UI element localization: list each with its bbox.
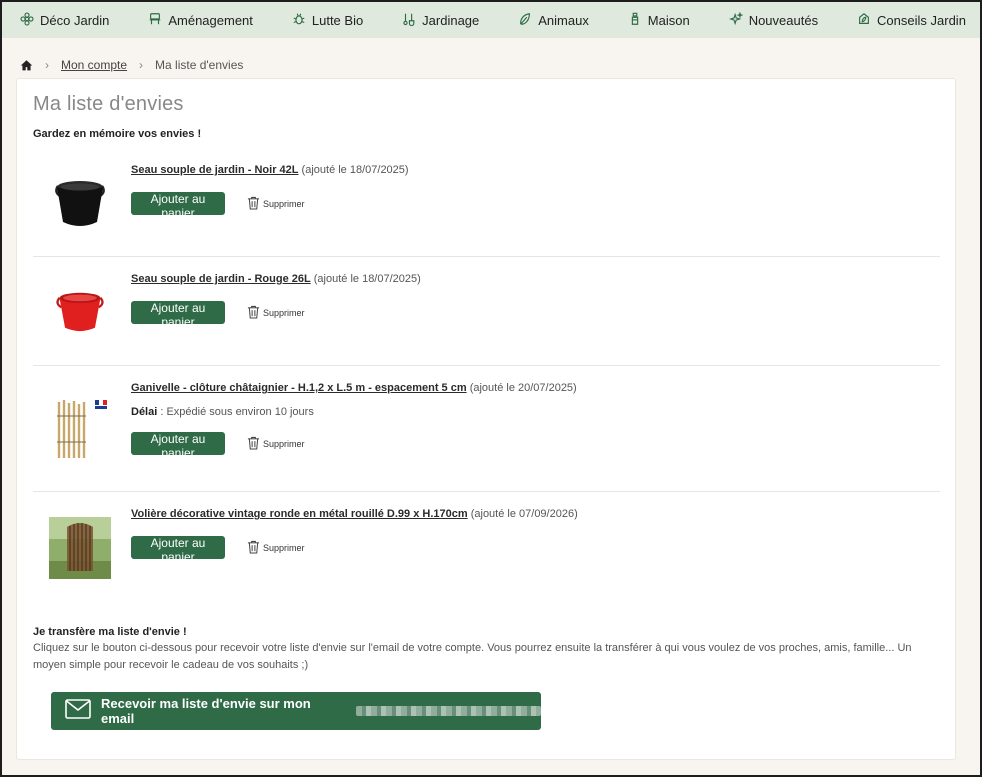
transfer-section: Je transfère ma liste d'envie ! Cliquez …: [33, 626, 939, 730]
delete-button[interactable]: Supprimer: [247, 436, 305, 452]
nav-animaux[interactable]: Animaux: [518, 12, 589, 29]
transfer-description: Cliquez sur le bouton ci-dessous pour re…: [33, 642, 912, 671]
red-bucket-image: [56, 292, 104, 332]
item-title-line: Seau souple de jardin - Noir 42L (ajouté…: [131, 164, 409, 176]
page-title: Ma liste d'envies: [33, 93, 184, 115]
sparkle-icon: [728, 11, 744, 29]
add-to-cart-button[interactable]: Ajouter au panier: [131, 432, 225, 460]
delete-button[interactable]: Supprimer: [247, 305, 305, 321]
product-thumbnail[interactable]: [45, 492, 115, 604]
trash-icon: [247, 305, 260, 321]
flower-icon: [20, 11, 34, 29]
bug-icon: [292, 12, 306, 29]
tools-icon: [402, 12, 416, 29]
add-to-cart-button[interactable]: Ajouter au panier: [131, 536, 225, 564]
chevron-right-icon: ›: [45, 58, 49, 72]
product-thumbnail[interactable]: [45, 366, 115, 491]
nav-label: Jardinage: [422, 12, 480, 28]
add-to-cart-button[interactable]: Ajouter au panier: [131, 192, 225, 220]
added-date: (ajouté le 18/07/2025): [301, 164, 409, 176]
delete-button[interactable]: Supprimer: [247, 196, 305, 212]
delay-label: Délai: [131, 406, 158, 418]
wishlist-item: Seau souple de jardin - Rouge 26L (ajout…: [33, 257, 940, 366]
breadcrumb: › Mon compte › Ma liste d'envies: [2, 52, 980, 78]
trash-icon: [247, 196, 260, 212]
nav-label: Animaux: [538, 12, 589, 28]
wishlist-item: Volière décorative vintage ronde en méta…: [33, 492, 940, 604]
added-date: (ajouté le 07/09/2026): [470, 508, 578, 520]
wishlist-item: Seau souple de jardin - Noir 42L (ajouté…: [33, 148, 940, 257]
product-link[interactable]: Volière décorative vintage ronde en méta…: [131, 508, 468, 520]
breadcrumb-current: Ma liste d'envies: [155, 58, 244, 72]
transfer-title: Je transfère ma liste d'envie !: [33, 626, 187, 638]
add-to-cart-button[interactable]: Ajouter au panier: [131, 301, 225, 329]
send-wishlist-email-button[interactable]: Recevoir ma liste d'envie sur mon email: [51, 692, 541, 730]
item-title-line: Volière décorative vintage ronde en méta…: [131, 508, 578, 520]
trash-icon: [247, 436, 260, 452]
product-link[interactable]: Seau souple de jardin - Noir 42L: [131, 164, 298, 176]
trash-icon: [247, 540, 260, 556]
black-bucket-image: [55, 181, 105, 226]
nav-label: Déco Jardin: [40, 12, 110, 28]
item-title-line: Ganivelle - clôture châtaignier - H.1,2 …: [131, 382, 577, 394]
product-thumbnail[interactable]: [45, 257, 115, 365]
nav-amenagement[interactable]: Aménagement: [148, 12, 253, 29]
wishlist-items: Seau souple de jardin - Noir 42L (ajouté…: [33, 148, 940, 604]
delete-label: Supprimer: [263, 542, 305, 553]
nav-nouveautes[interactable]: Nouveautés: [728, 11, 819, 29]
nav-jardinage[interactable]: Jardinage: [402, 12, 479, 29]
wishlist-item: Ganivelle - clôture châtaignier - H.1,2 …: [33, 366, 940, 492]
delete-label: Supprimer: [263, 307, 305, 318]
page-subtitle: Gardez en mémoire vos envies !: [33, 128, 202, 140]
home-icon[interactable]: [20, 59, 33, 72]
nav-label: Maison: [647, 12, 690, 28]
feather-icon: [518, 12, 532, 29]
delay-value: : Expédié sous environ 10 jours: [157, 406, 314, 418]
nav-label: Conseils Jardin: [877, 12, 966, 28]
envelope-icon: [65, 698, 91, 724]
nav-label: Nouveautés: [748, 12, 819, 28]
delivery-delay: Délai : Expédié sous environ 10 jours: [131, 406, 577, 418]
nav-maison[interactable]: Maison: [628, 12, 690, 29]
redacted-email: [356, 706, 541, 716]
nav-deco-jardin[interactable]: Déco Jardin: [20, 11, 110, 29]
main-navigation: Déco Jardin Aménagement Lutte Bio Jardin…: [2, 2, 980, 38]
product-link[interactable]: Seau souple de jardin - Rouge 26L: [131, 273, 311, 285]
send-wishlist-email-label: Recevoir ma liste d'envie sur mon email: [101, 696, 311, 726]
delete-label: Supprimer: [263, 198, 305, 209]
aviary-image: [49, 517, 111, 579]
bottle-icon: [628, 12, 642, 29]
product-thumbnail[interactable]: [45, 148, 115, 256]
wishlist-card: Ma liste d'envies Gardez en mémoire vos …: [16, 78, 956, 760]
added-date: (ajouté le 18/07/2025): [313, 273, 421, 285]
product-link[interactable]: Ganivelle - clôture châtaignier - H.1,2 …: [131, 382, 467, 394]
delete-button[interactable]: Supprimer: [247, 540, 305, 556]
added-date: (ajouté le 20/07/2025): [469, 382, 577, 394]
nav-lutte-bio[interactable]: Lutte Bio: [292, 12, 363, 29]
nav-label: Lutte Bio: [311, 12, 364, 28]
nav-conseils-jardin[interactable]: Conseils Jardin: [857, 12, 966, 29]
chevron-right-icon: ›: [139, 58, 144, 72]
breadcrumb-account-link[interactable]: Mon compte: [61, 58, 127, 72]
leaf-tag-icon: [857, 12, 871, 29]
item-title-line: Seau souple de jardin - Rouge 26L (ajout…: [131, 273, 421, 285]
delete-label: Supprimer: [263, 438, 305, 449]
browser-viewport: Déco Jardin Aménagement Lutte Bio Jardin…: [0, 0, 982, 777]
bench-icon: [148, 12, 162, 29]
nav-label: Aménagement: [168, 12, 253, 28]
fence-image: [57, 399, 107, 458]
